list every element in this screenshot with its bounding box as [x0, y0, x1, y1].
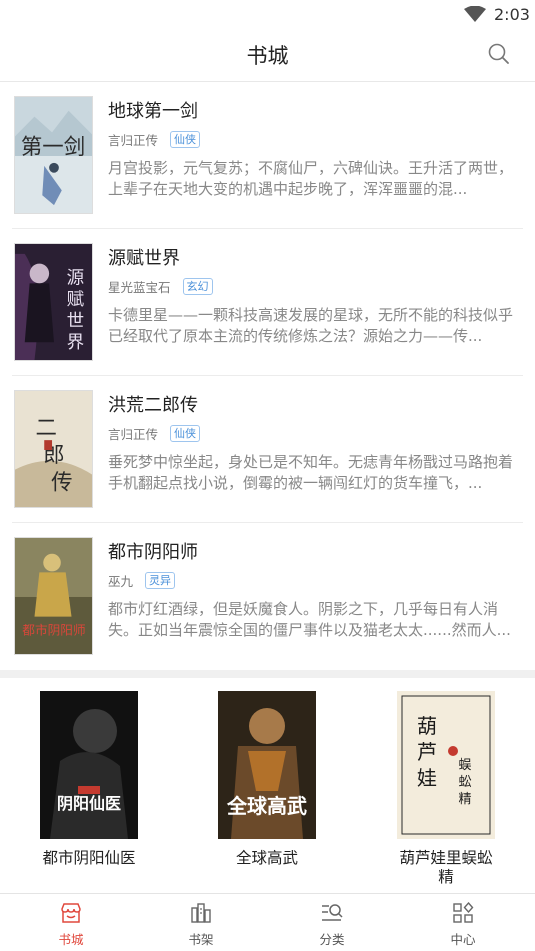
book-meta: 巫九 灵异 — [108, 571, 176, 590]
book-list-item[interactable]: 第一剑 地球第一剑 言归正传 仙侠 月宫投影，元气复苏；不腐仙尸，六碑仙诀。王升… — [0, 82, 535, 229]
svg-text:蜈: 蜈 — [458, 758, 471, 773]
book-list-item[interactable]: 都市阴阳师 都市阴阳师 巫九 灵异 都市灯红酒绿，但是妖魔食人。阴影之下，几乎每… — [0, 523, 535, 670]
book-title: 都市阴阳师 — [108, 542, 198, 563]
nav-label: 书架 — [188, 932, 214, 947]
book-meta: 言归正传 仙侠 — [108, 424, 201, 443]
nav-label: 书城 — [58, 932, 84, 947]
bottom-nav: 书城 书架 分类 中心 — [0, 893, 535, 951]
book-description: 月宫投影，元气复苏；不腐仙尸，六碑仙诀。王升活了两世，上辈子在天地大变的机遇中起… — [108, 159, 514, 198]
genre-tag: 灵异 — [145, 572, 176, 589]
book-description: 都市灯红酒绿，但是妖魔食人。阴影之下，几乎每日有人消失。正如当年震惊全国的僵尸事… — [108, 600, 511, 639]
book-cover: 源 赋 世 界 — [14, 243, 93, 361]
featured-cover: 全球高武 — [218, 691, 316, 839]
featured-cover: 葫 芦 娃 蜈 蚣 精 — [397, 691, 495, 839]
featured-book[interactable]: 葫 芦 娃 蜈 蚣 精 葫芦娃里蜈蚣精 — [371, 691, 521, 887]
svg-text:传: 传 — [51, 470, 72, 495]
svg-text:都市阴阳师: 都市阴阳师 — [22, 622, 86, 637]
book-list-item[interactable]: 源 赋 世 界 源赋世界 星光蓝宝石 玄幻 卡德里星——一颗科技高速发展的星球，… — [0, 229, 535, 376]
nav-tab-category[interactable]: 分类 — [292, 900, 372, 948]
book-title: 地球第一剑 — [108, 101, 198, 122]
svg-text:赋: 赋 — [67, 290, 85, 310]
nav-label: 分类 — [319, 932, 345, 947]
store-icon — [61, 903, 81, 923]
svg-text:芦: 芦 — [417, 740, 437, 764]
nav-tab-store[interactable]: 书城 — [31, 900, 111, 948]
book-meta: 言归正传 仙侠 — [108, 130, 201, 149]
status-time: 2:03 — [494, 5, 530, 24]
svg-text:蚣: 蚣 — [458, 775, 471, 790]
category-icon — [322, 904, 343, 921]
book-description: 卡德里星——一颗科技高速发展的星球，无所不能的科技似乎已经取代了原本主流的传统修… — [108, 306, 514, 345]
genre-tag: 仙侠 — [170, 425, 201, 442]
featured-title: 全球高武 — [235, 849, 298, 867]
featured-title: 葫芦娃里蜈蚣精 — [399, 849, 493, 886]
book-cover: 第一剑 — [14, 96, 93, 214]
search-icon[interactable] — [487, 42, 511, 66]
featured-book[interactable]: 全球高武 全球高武 — [192, 691, 342, 868]
svg-text:二: 二 — [35, 416, 56, 441]
svg-text:界: 界 — [67, 333, 85, 353]
book-cover: 都市阴阳师 — [14, 537, 93, 655]
book-author: 言归正传 — [108, 133, 159, 148]
book-author: 言归正传 — [108, 427, 159, 442]
page-title: 书城 — [246, 44, 289, 68]
bookshelf-icon — [191, 903, 211, 923]
svg-text:精: 精 — [458, 792, 471, 807]
book-author: 巫九 — [108, 574, 134, 589]
svg-text:阴阳仙医: 阴阳仙医 — [57, 794, 121, 813]
section-divider — [0, 670, 535, 678]
book-cover: 二 郎 传 — [14, 390, 93, 508]
svg-text:源: 源 — [67, 268, 85, 288]
genre-tag: 玄幻 — [182, 278, 213, 295]
book-title: 源赋世界 — [108, 248, 180, 269]
nav-tab-center[interactable]: 中心 — [423, 900, 503, 948]
svg-text:第一剑: 第一剑 — [21, 135, 85, 160]
book-title: 洪荒二郎传 — [108, 395, 198, 416]
status-bar: 2:03 — [0, 0, 535, 30]
svg-text:世: 世 — [67, 312, 85, 332]
genre-tag: 仙侠 — [170, 131, 201, 148]
featured-title: 都市阴阳仙医 — [42, 849, 136, 867]
book-description: 垂死梦中惊坐起，身处已是不知年。无痣青年杨戬过马路抱着手机翻起点找小说，倒霉的被… — [108, 453, 514, 492]
featured-cover: 阴阳仙医 — [40, 691, 138, 839]
featured-grid: 阴阳仙医 都市阴阳仙医 全球高武 全球高武 葫 芦 娃 蜈 蚣 精 葫芦娃里蜈蚣… — [0, 678, 535, 893]
svg-text:娃: 娃 — [417, 766, 437, 790]
center-icon — [453, 901, 474, 923]
featured-book[interactable]: 阴阳仙医 都市阴阳仙医 — [14, 691, 164, 868]
nav-tab-bookshelf[interactable]: 书架 — [161, 900, 241, 948]
book-author: 星光蓝宝石 — [108, 280, 171, 295]
book-meta: 星光蓝宝石 玄幻 — [108, 277, 213, 296]
app-header: 书城 — [0, 30, 535, 82]
svg-text:全球高武: 全球高武 — [226, 794, 307, 818]
nav-label: 中心 — [450, 932, 476, 947]
svg-text:葫: 葫 — [417, 714, 437, 738]
wifi-icon — [464, 6, 486, 22]
book-list-item[interactable]: 二 郎 传 洪荒二郎传 言归正传 仙侠 垂死梦中惊坐起，身处已是不知年。无痣青年… — [0, 376, 535, 523]
